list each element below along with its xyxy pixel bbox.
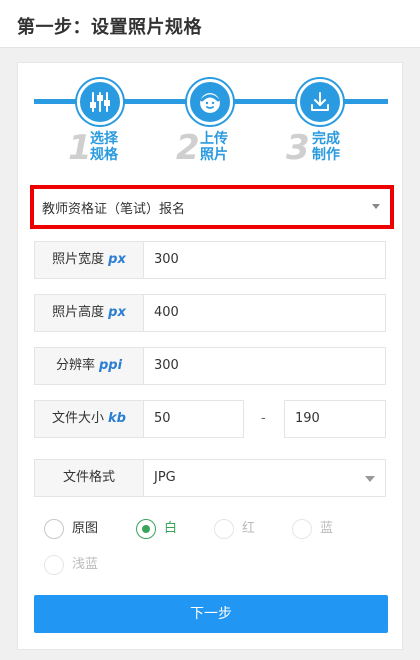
background-options: 原图 白 红 蓝 浅蓝 bbox=[44, 519, 384, 589]
filesize-min-input[interactable]: 50 bbox=[144, 400, 244, 438]
step-1-label: 选择规格 bbox=[90, 131, 118, 163]
page-header: 第一步：设置照片规格 bbox=[0, 0, 420, 48]
width-label: 照片宽度 px bbox=[34, 241, 144, 279]
width-unit: px bbox=[108, 252, 126, 267]
filesize-label: 文件大小 kb bbox=[34, 400, 144, 438]
format-row: 文件格式 JPG bbox=[34, 459, 386, 497]
step-2-number: 2 bbox=[176, 128, 200, 168]
filesize-unit: kb bbox=[108, 411, 126, 426]
chevron-down-icon bbox=[365, 476, 375, 482]
step-3-label: 完成制作 bbox=[312, 131, 340, 163]
step-1-number: 1 bbox=[68, 128, 92, 168]
step-progress: 1 选择规格 2 上传照片 3 完成制作 bbox=[34, 79, 388, 179]
resolution-label-text: 分辨率 bbox=[55, 358, 95, 373]
next-step-button[interactable]: 下一步 bbox=[34, 595, 388, 633]
format-select-value: JPG bbox=[154, 470, 176, 485]
radio-circle bbox=[136, 519, 156, 539]
face-icon bbox=[187, 79, 233, 125]
spec-select[interactable]: 教师资格证（笔试）报名 bbox=[30, 185, 394, 229]
filesize-separator: - bbox=[261, 411, 266, 426]
format-label: 文件格式 bbox=[34, 459, 144, 497]
sliders-icon bbox=[77, 79, 123, 125]
filesize-row: 文件大小 kb 50 - 190 bbox=[34, 400, 386, 438]
settings-card: 1 选择规格 2 上传照片 3 完成制作 教师资格证（笔试）报名 照片宽度 px … bbox=[17, 62, 403, 650]
filesize-label-text: 文件大小 bbox=[52, 411, 105, 426]
width-input[interactable]: 300 bbox=[144, 241, 386, 279]
step-3-number: 3 bbox=[286, 128, 310, 168]
radio-circle bbox=[44, 555, 64, 575]
resolution-input[interactable]: 300 bbox=[144, 347, 386, 385]
step-2-label: 上传照片 bbox=[200, 131, 228, 163]
page-title: 第一步：设置照片规格 bbox=[17, 17, 202, 38]
height-label-text: 照片高度 bbox=[52, 305, 105, 320]
radio-circle bbox=[214, 519, 234, 539]
height-label: 照片高度 px bbox=[34, 294, 144, 332]
height-row: 照片高度 px 400 bbox=[34, 294, 386, 332]
radio-circle bbox=[292, 519, 312, 539]
bg-option-label: 红 bbox=[242, 521, 256, 536]
download-icon bbox=[297, 79, 343, 125]
bg-option-label: 原图 bbox=[72, 521, 99, 536]
resolution-label: 分辨率 ppi bbox=[34, 347, 144, 385]
height-unit: px bbox=[108, 305, 126, 320]
format-select[interactable]: JPG bbox=[144, 459, 386, 497]
bg-option-label: 蓝 bbox=[320, 521, 334, 536]
width-row: 照片宽度 px 300 bbox=[34, 241, 386, 279]
spec-select-value: 教师资格证（笔试）报名 bbox=[42, 202, 186, 217]
resolution-unit: ppi bbox=[98, 358, 123, 373]
bg-option-label: 白 bbox=[164, 521, 178, 536]
width-label-text: 照片宽度 bbox=[52, 252, 105, 267]
filesize-max-input[interactable]: 190 bbox=[284, 400, 386, 438]
chevron-down-icon bbox=[372, 204, 380, 209]
resolution-row: 分辨率 ppi 300 bbox=[34, 347, 386, 385]
radio-circle bbox=[44, 519, 64, 539]
bg-option-label: 浅蓝 bbox=[72, 557, 99, 572]
height-input[interactable]: 400 bbox=[144, 294, 386, 332]
